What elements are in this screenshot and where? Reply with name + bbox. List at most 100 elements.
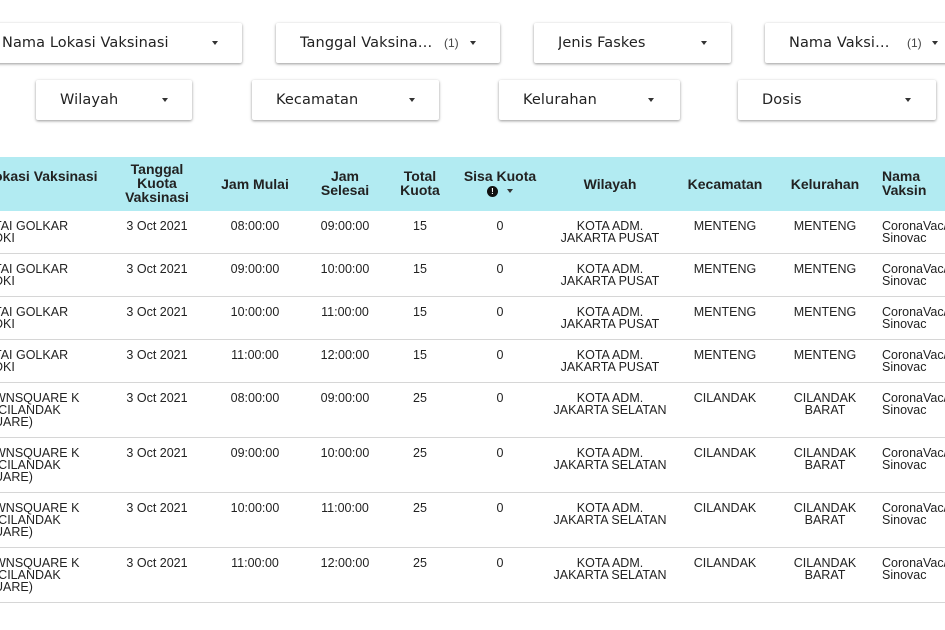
cell-jam-mulai: 08:00:00 (230, 219, 280, 233)
cell-lokasi: TAI GOLKAR DKI (0, 219, 69, 245)
cell-jam-mulai: 10:00:00 (230, 501, 280, 515)
cell-total-kuota: 15 (413, 348, 427, 362)
cell-total-kuota: 15 (413, 305, 427, 319)
filter-count: (1) (907, 36, 922, 50)
cell-kelurahan: CILANDAK BARAT (793, 391, 857, 417)
cell-jam-selesai: 09:00:00 (320, 391, 370, 405)
cell-total-kuota: 25 (413, 501, 427, 515)
table-row[interactable]: WNSQUARE K (CILANDAK UARE) 3 Oct 2021 10:0… (0, 493, 945, 548)
cell-nama-vaksin: CoronaVac/ Sinovac (882, 501, 945, 527)
filter-nama-vaksin[interactable]: Nama Vaksin: ... (1) (765, 23, 945, 63)
cell-lokasi: TAI GOLKAR DKI (0, 348, 69, 374)
header-jam-mulai[interactable]: Jam Mulai (210, 177, 300, 191)
cell-wilayah: KOTA ADM. JAKARTA SELATAN (553, 556, 667, 582)
caret-down-icon (701, 41, 707, 45)
filter-nama-lokasi-vaksinasi[interactable]: Nama Lokasi Vaksinasi (0, 23, 242, 63)
filter-count: (1) (444, 36, 459, 50)
filter-kecamatan[interactable]: Kecamatan (252, 80, 439, 120)
caret-down-icon (905, 98, 911, 102)
table-row[interactable]: WNSQUARE K (CILANDAK UARE) 3 Oct 2021 11:0… (0, 548, 945, 603)
cell-nama-vaksin: CoronaVac/ Sinovac (882, 348, 945, 374)
cell-kelurahan: CILANDAK BARAT (793, 446, 857, 472)
cell-wilayah: KOTA ADM. JAKARTA SELATAN (553, 391, 667, 417)
cell-kecamatan: CILANDAK (693, 446, 757, 460)
cell-jam-selesai: 10:00:00 (320, 446, 370, 460)
cell-sisa-kuota: 0 (496, 305, 504, 319)
cell-jam-mulai: 09:00:00 (230, 446, 280, 460)
table-row[interactable]: TAI GOLKAR DKI 3 Oct 2021 11:00:00 12:00:00… (0, 340, 945, 383)
caret-down-icon (409, 98, 415, 102)
header-jam-selesai[interactable]: Jam Selesai (310, 169, 380, 197)
cell-kecamatan: MENTENG (693, 305, 757, 319)
cell-wilayah: KOTA ADM. JAKARTA PUSAT (560, 219, 660, 245)
cell-nama-vaksin: CoronaVac/ Sinovac (882, 446, 945, 472)
table-row[interactable]: WNSQUARE K (CILANDAK UARE) 3 Oct 2021 08:0… (0, 383, 945, 438)
cell-wilayah: KOTA ADM. JAKARTA PUSAT (560, 305, 660, 331)
header-sisa-kuota-label: Sisa Kuota (463, 168, 537, 184)
cell-jam-mulai: 11:00:00 (231, 348, 279, 362)
header-tanggal-kuota[interactable]: Tanggal Kuota Vaksinasi (119, 162, 195, 204)
caret-down-icon (212, 41, 218, 45)
cell-nama-vaksin: CoronaVac/ Sinovac (882, 391, 945, 417)
filter-tanggal-vaksinasi[interactable]: Tanggal Vaksinasi: ... (1) (276, 23, 500, 63)
filter-kelurahan[interactable]: Kelurahan (499, 80, 680, 120)
cell-sisa-kuota: 0 (496, 219, 504, 233)
caret-down-icon (470, 41, 476, 45)
cell-kelurahan: MENTENG (793, 305, 857, 319)
filter-label: Nama Lokasi Vaksinasi (2, 35, 169, 51)
table-header: okasi Vaksinasi Tanggal Kuota Vaksinasi … (0, 157, 945, 211)
cell-kelurahan: MENTENG (793, 348, 857, 362)
cell-wilayah: KOTA ADM. JAKARTA SELATAN (553, 446, 667, 472)
cell-tanggal: 3 Oct 2021 (126, 348, 188, 362)
sort-caret-icon[interactable] (507, 189, 513, 194)
filter-label: Kecamatan (276, 92, 359, 108)
cell-sisa-kuota: 0 (496, 556, 504, 570)
table-row[interactable]: WNSQUARE K (CILANDAK UARE) 3 Oct 2021 09:0… (0, 438, 945, 493)
filter-jenis-faskes[interactable]: Jenis Faskes (534, 23, 731, 63)
cell-kelurahan: MENTENG (793, 219, 857, 233)
cell-sisa-kuota: 0 (496, 348, 504, 362)
cell-lokasi: WNSQUARE K (CILANDAK UARE) (0, 391, 80, 429)
cell-jam-mulai: 10:00:00 (230, 305, 280, 319)
header-kelurahan[interactable]: Kelurahan (780, 177, 870, 191)
cell-nama-vaksin: CoronaVac/ Sinovac (882, 219, 945, 245)
filter-label: Dosis (762, 92, 802, 108)
cell-tanggal: 3 Oct 2021 (126, 556, 188, 570)
cell-jam-selesai: 11:00:00 (321, 305, 369, 319)
header-nama-vaksin[interactable]: Nama Vaksin (882, 169, 942, 197)
cell-jam-selesai: 12:00:00 (320, 348, 370, 362)
cell-total-kuota: 25 (413, 391, 427, 405)
header-kecamatan[interactable]: Kecamatan (678, 177, 772, 191)
cell-kecamatan: MENTENG (693, 219, 757, 233)
filter-wilayah[interactable]: Wilayah (36, 80, 192, 120)
table-row[interactable]: TAI GOLKAR DKI 3 Oct 2021 08:00:00 09:00:00… (0, 211, 945, 254)
header-sisa-kuota[interactable]: Sisa Kuota ! (458, 169, 542, 197)
table-row[interactable]: TAI GOLKAR DKI 3 Oct 2021 09:00:00 10:00:00… (0, 254, 945, 297)
caret-down-icon (932, 41, 938, 45)
header-total-kuota[interactable]: Total Kuota (390, 169, 450, 197)
cell-total-kuota: 15 (413, 262, 427, 276)
cell-tanggal: 3 Oct 2021 (126, 391, 188, 405)
cell-tanggal: 3 Oct 2021 (126, 262, 188, 276)
table-row[interactable]: TAI GOLKAR DKI 3 Oct 2021 10:00:00 11:00:00… (0, 297, 945, 340)
cell-jam-selesai: 12:00:00 (320, 556, 370, 570)
cell-kecamatan: CILANDAK (693, 556, 757, 570)
cell-sisa-kuota: 0 (496, 391, 504, 405)
header-lokasi-vaksinasi[interactable]: okasi Vaksinasi (0, 169, 104, 183)
cell-wilayah: KOTA ADM. JAKARTA PUSAT (560, 348, 660, 374)
caret-down-icon (648, 98, 654, 102)
cell-jam-selesai: 10:00:00 (320, 262, 370, 276)
cell-tanggal: 3 Oct 2021 (126, 446, 188, 460)
cell-total-kuota: 25 (413, 556, 427, 570)
info-icon[interactable]: ! (487, 185, 498, 197)
cell-sisa-kuota: 0 (496, 501, 504, 515)
cell-jam-mulai: 08:00:00 (230, 391, 280, 405)
filter-dosis[interactable]: Dosis (738, 80, 936, 120)
filter-label: Jenis Faskes (558, 35, 646, 51)
cell-jam-selesai: 11:00:00 (321, 501, 369, 515)
cell-wilayah: KOTA ADM. JAKARTA SELATAN (553, 501, 667, 527)
cell-lokasi: TAI GOLKAR DKI (0, 262, 69, 288)
header-wilayah[interactable]: Wilayah (560, 177, 660, 191)
cell-tanggal: 3 Oct 2021 (126, 305, 188, 319)
vaccination-schedule-table: okasi Vaksinasi Tanggal Kuota Vaksinasi … (0, 157, 945, 603)
